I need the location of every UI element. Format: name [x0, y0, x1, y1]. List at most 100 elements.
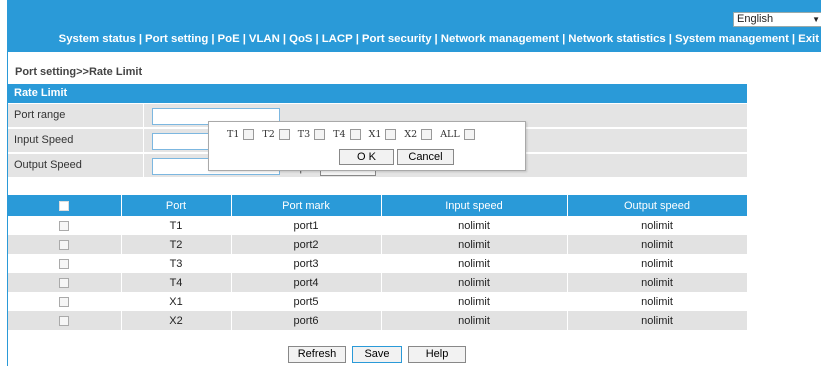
output-speed-cell: nolimit	[567, 254, 748, 273]
column-header: Input speed	[381, 195, 568, 216]
port-option-all: ALL	[440, 129, 475, 140]
input-speed-label: Input Speed	[14, 134, 74, 146]
input-speed-cell: nolimit	[381, 311, 568, 330]
nav-poe[interactable]: PoE	[218, 33, 240, 45]
help-button[interactable]: Help	[408, 346, 466, 363]
cancel-button[interactable]: Cancel	[397, 149, 454, 165]
port-range-label: Port range	[14, 109, 66, 121]
language-select-value: English	[737, 13, 774, 25]
output-speed-label: Output Speed	[14, 159, 82, 171]
select-all-header	[8, 195, 122, 216]
port-checkbox-t2[interactable]	[278, 129, 290, 140]
row-select-cell	[8, 311, 122, 330]
nav-separator: |	[282, 33, 287, 45]
ok-button[interactable]: O K	[339, 149, 394, 165]
divider	[143, 154, 144, 178]
language-select[interactable]: English ▼	[733, 12, 821, 27]
nav-separator: |	[242, 33, 246, 45]
port-mark-cell: port3	[231, 254, 382, 273]
row-select-cell	[8, 273, 122, 292]
port-mark-cell: port5	[231, 292, 382, 311]
divider	[143, 104, 144, 128]
nav-port-setting[interactable]: Port setting	[145, 33, 208, 45]
input-speed-cell: nolimit	[381, 235, 568, 254]
column-header: Output speed	[567, 195, 748, 216]
input-speed-cell: nolimit	[381, 216, 568, 235]
nav-system-status[interactable]: System status	[59, 33, 136, 45]
port-checkbox-t3[interactable]	[314, 129, 326, 140]
nav-separator: |	[315, 33, 319, 45]
port-mark-cell: port2	[231, 235, 382, 254]
nav-port-security[interactable]: Port security	[362, 33, 432, 45]
port-cell: T3	[121, 254, 232, 273]
table-row[interactable]: X1 port5 nolimit nolimit	[8, 292, 748, 311]
nav-separator: |	[355, 33, 359, 45]
port-option-label: T3	[297, 129, 311, 140]
row-checkbox[interactable]	[59, 315, 70, 326]
port-mark-cell: port1	[231, 216, 382, 235]
save-button[interactable]: Save	[352, 346, 402, 363]
output-speed-cell: nolimit	[567, 273, 748, 292]
output-speed-cell: nolimit	[567, 216, 748, 235]
nav-network-management[interactable]: Network management	[441, 33, 559, 45]
input-speed-cell: nolimit	[381, 292, 568, 311]
port-option-label: X2	[404, 129, 418, 140]
nav-separator: |	[791, 33, 796, 45]
output-speed-cell: nolimit	[567, 292, 748, 311]
table-row[interactable]: T1 port1 nolimit nolimit	[8, 216, 748, 235]
main-nav: System status | Port setting | PoE | VLAN | QoS |…	[59, 33, 819, 45]
port-checkbox-all[interactable]	[463, 129, 475, 140]
nav-separator: |	[434, 33, 438, 45]
port-option-t4: T4	[333, 129, 361, 140]
row-checkbox[interactable]	[59, 296, 70, 307]
port-checkbox-list: T1 T2 T3 T4 X1 X2 ALL	[227, 129, 483, 140]
row-checkbox[interactable]	[59, 220, 70, 231]
port-cell: T4	[121, 273, 232, 292]
chevron-down-icon: ▼	[812, 15, 820, 24]
nav-qos[interactable]: QoS	[289, 33, 312, 45]
port-cell: T2	[121, 235, 232, 254]
port-select-popup: T1 T2 T3 T4 X1 X2 ALL O K Cancel	[208, 121, 526, 171]
table-row[interactable]: X2 port6 nolimit nolimit	[8, 311, 748, 330]
row-checkbox[interactable]	[59, 277, 70, 288]
port-mark-cell: port6	[231, 311, 382, 330]
nav-lacp[interactable]: LACP	[322, 33, 353, 45]
port-option-label: X1	[368, 129, 382, 140]
port-cell: X1	[121, 292, 232, 311]
port-checkbox-t4[interactable]	[349, 129, 361, 140]
port-checkbox-x1[interactable]	[385, 129, 397, 140]
row-checkbox[interactable]	[59, 258, 70, 269]
breadcrumb: Port setting>>Rate Limit	[15, 66, 143, 78]
row-select-cell	[8, 254, 122, 273]
divider	[143, 129, 144, 153]
select-all-checkbox[interactable]	[59, 200, 70, 211]
nav-system-management[interactable]: System management	[675, 33, 789, 45]
table-row[interactable]: T4 port4 nolimit nolimit	[8, 273, 748, 292]
nav-network-statistics[interactable]: Network statistics	[568, 33, 666, 45]
port-option-x1: X1	[369, 129, 397, 140]
row-select-cell	[8, 216, 122, 235]
port-mark-cell: port4	[231, 273, 382, 292]
port-table: Port Port mark Input speed Output speed …	[8, 195, 748, 330]
port-checkbox-t1[interactable]	[243, 129, 255, 140]
output-speed-cell: nolimit	[567, 235, 748, 254]
port-option-t3: T3	[297, 129, 326, 140]
port-option-t2: T2	[262, 129, 290, 140]
nav-vlan[interactable]: VLAN	[249, 33, 280, 45]
port-option-label: T1	[227, 129, 240, 140]
port-option-x2: X2	[404, 129, 433, 140]
table-row[interactable]: T2 port2 nolimit nolimit	[8, 235, 748, 254]
row-select-cell	[8, 292, 122, 311]
input-speed-cell: nolimit	[381, 273, 568, 292]
port-option-label: T2	[262, 129, 275, 140]
nav-exit[interactable]: Exit	[798, 33, 819, 45]
port-option-label: ALL	[440, 129, 460, 140]
nav-separator: |	[211, 33, 215, 45]
table-row[interactable]: T3 port3 nolimit nolimit	[8, 254, 748, 273]
refresh-button[interactable]: Refresh	[288, 346, 346, 363]
port-option-label: T4	[333, 129, 346, 140]
port-checkbox-x2[interactable]	[421, 129, 433, 140]
nav-separator: |	[668, 33, 672, 45]
row-checkbox[interactable]	[59, 239, 70, 250]
row-select-cell	[8, 235, 122, 254]
